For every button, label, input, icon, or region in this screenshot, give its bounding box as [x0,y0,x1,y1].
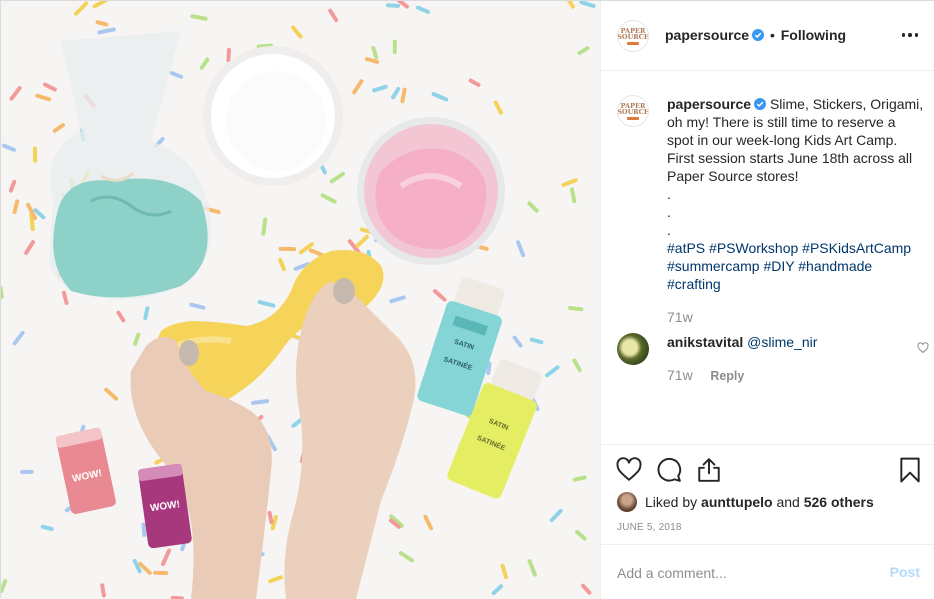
sprinkle [64,293,67,303]
sprinkle [253,401,267,403]
verified-badge-icon [754,98,766,110]
comment-timestamp[interactable]: 71w [667,367,693,383]
comment-text: anikstavital @slime_nir [667,334,817,350]
author-name-row: papersource • Following [665,27,846,43]
hashtag-link[interactable]: #handmade [798,258,872,274]
post-photo[interactable]: SATIN SATINÉE SATIN SATINÉE WOW! WOW! [1,1,600,599]
commenter-avatar[interactable] [617,333,649,365]
hashtag-link[interactable]: #atPS [667,240,705,256]
avatar-logo-text: SOURCE [617,109,649,116]
sprinkle [367,59,377,62]
comment-input[interactable] [617,563,867,583]
caption-text: papersource Slime, Stickers, Origami, oh… [667,95,925,293]
commenter-username[interactable]: anikstavital [667,334,743,350]
caption-timestamp[interactable]: 71w [667,309,693,325]
sprinkle [572,189,574,201]
sprinkle [388,5,398,6]
reply-button[interactable]: Reply [710,369,744,383]
comment-icon[interactable] [656,457,682,483]
likes-count-link[interactable]: 526 others [804,494,874,510]
avatar-logo-text: SOURCE [617,34,649,41]
likes-prefix: Liked by [645,494,697,510]
liker-username[interactable]: aunttupelo [701,494,773,510]
sprinkle [1,288,2,297]
post-header: PAPER SOURCE papersource • Following [601,1,934,71]
post-modal: SATIN SATINÉE SATIN SATINÉE WOW! WOW! [0,0,934,598]
share-icon[interactable] [696,457,722,483]
sprinkle [43,527,52,529]
sprinkle [570,308,581,309]
bookmark-icon[interactable] [897,457,923,483]
comment-mention[interactable]: @slime_nir [747,334,817,350]
caption-username[interactable]: papersource [667,96,751,112]
pink-bowl [357,117,505,265]
sprinkle [373,48,376,57]
sprinkle [270,513,272,522]
following-button[interactable]: Following [781,27,846,43]
sprinkle [99,30,114,33]
sprinkle [402,90,404,102]
hashtag-link[interactable]: #crafting [667,276,721,292]
caption-author-avatar[interactable]: PAPER SOURCE [617,95,649,127]
sprinkle [575,478,585,480]
sprinkle [15,201,18,212]
sprinkle [145,308,147,318]
likes-conj: and [776,494,799,510]
comment-meta: 71w Reply [667,367,744,383]
caption-body: Slime, Stickers, Origami, oh my! There i… [667,96,923,238]
author-avatar[interactable]: PAPER SOURCE [617,20,649,52]
likes-summary: Liked by aunttupelo and 526 others [617,492,874,512]
sprinkle [488,364,489,373]
sprinkle [228,50,229,60]
separator-dot: • [770,27,775,43]
sprinkle [192,16,205,19]
post-side-panel: PAPER SOURCE papersource • Following PAP… [600,1,934,599]
verified-badge-icon [752,29,764,41]
post-image: SATIN SATINÉE SATIN SATINÉE WOW! WOW! [1,1,600,599]
author-username[interactable]: papersource [665,27,749,43]
post-comment-button[interactable]: Post [890,564,920,580]
sprinkle [263,219,265,233]
sprinkle [102,585,104,595]
post-date[interactable]: JUNE 5, 2018 [617,522,682,533]
sprinkle [532,340,542,343]
sprinkle [144,525,145,535]
sprinkle [98,22,107,24]
avatar-logo-mark [627,117,639,120]
small-heart-icon[interactable] [917,342,929,354]
avatar-logo-mark [627,42,639,45]
caption-hashtags: #atPS #PSWorkshop #PSKidsArtCamp #summer… [667,239,925,293]
white-bowl [203,46,343,186]
post-actions: Liked by aunttupelo and 526 others JUNE … [601,444,934,544]
add-comment-bar: Post [601,544,934,599]
more-options-icon[interactable] [900,25,920,45]
hashtag-link[interactable]: #PSKidsArtCamp [802,240,911,256]
heart-icon[interactable] [616,457,642,483]
hashtag-link[interactable]: #summercamp [667,258,760,274]
hashtag-link[interactable]: #PSWorkshop [709,240,798,256]
comments-list[interactable]: PAPER SOURCE papersource Slime, Stickers… [601,72,934,444]
hashtag-link[interactable]: #DIY [763,258,794,274]
liker-avatar[interactable] [617,492,637,512]
